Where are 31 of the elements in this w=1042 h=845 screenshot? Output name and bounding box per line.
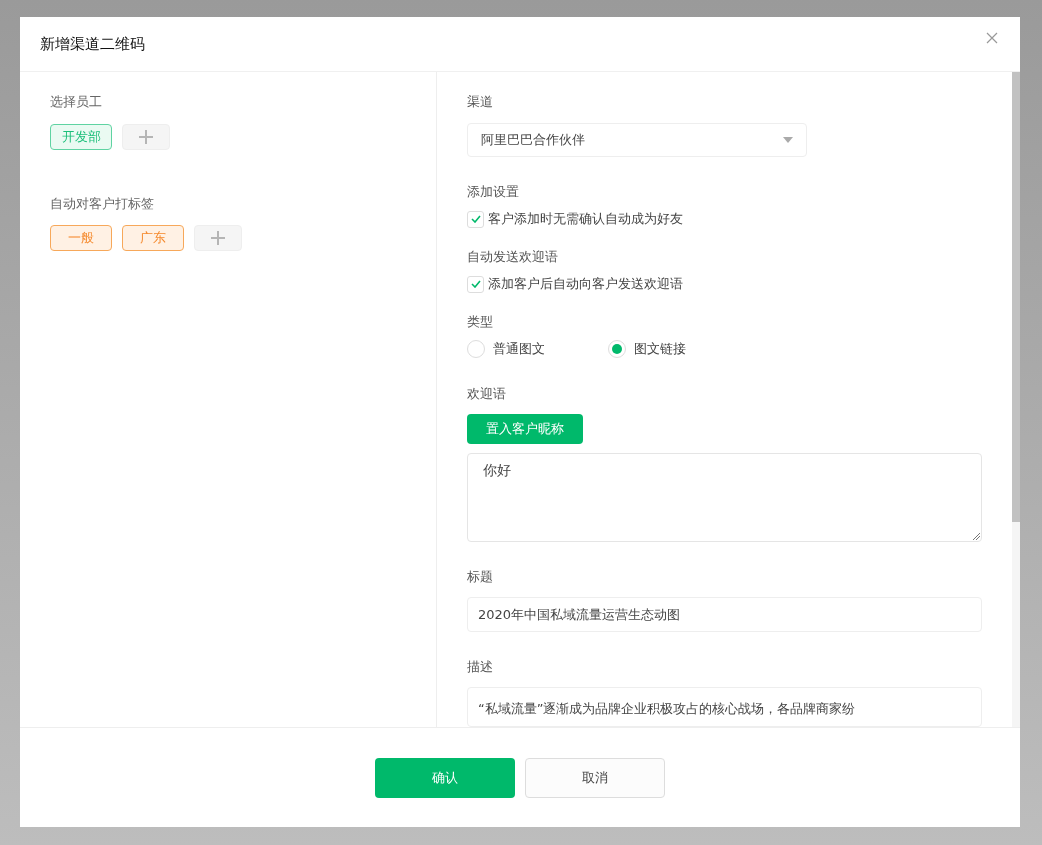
checkbox-label: 添加客户后自动向客户发送欢迎语 — [488, 275, 683, 294]
check-icon — [470, 215, 481, 224]
scrollbar[interactable] — [1012, 72, 1020, 727]
field-label: 渠道 — [467, 93, 494, 111]
field-label: 描述 — [467, 659, 493, 674]
field-label: 添加设置 — [467, 182, 520, 201]
checkbox[interactable] — [467, 275, 484, 293]
checkbox-label: 客户添加时无需确认自动成为好友 — [488, 210, 683, 229]
check-icon — [470, 280, 481, 289]
field-label: 标题 — [467, 568, 493, 584]
caret-icon — [783, 136, 793, 143]
welcome-textarea[interactable]: 你好 — [467, 452, 982, 542]
close-icon[interactable] — [986, 31, 1000, 45]
field-label: 类型 — [467, 312, 494, 331]
field-label: 自动对客户打标签 — [50, 194, 155, 213]
radio-label: 图文链接 — [634, 340, 686, 359]
channel-select[interactable]: 阿里巴巴合作伙伴 — [467, 122, 807, 157]
plus-icon — [210, 230, 226, 246]
title-input-field[interactable]: 2020年中国私域流量运营生态动图 — [467, 596, 982, 632]
description-field[interactable]: “私域流量”逐渐成为品牌企业积极攻占的核心战场，各品牌商家纷 — [467, 687, 982, 727]
field-label: 选择员工 — [50, 93, 103, 111]
checkbox[interactable] — [467, 210, 484, 228]
plus-icon — [138, 128, 154, 145]
add-button[interactable] — [194, 225, 242, 251]
radio-label: 普通图文 — [493, 340, 545, 359]
cancel-button[interactable]: 取消 — [525, 757, 665, 798]
resize-handle-icon — [972, 531, 980, 540]
field-label: 自动发送欢迎语 — [467, 247, 559, 266]
dialog-title: 新增渠道二维码 — [40, 33, 145, 55]
add-button[interactable] — [122, 123, 170, 150]
field-label: 欢迎语 — [467, 385, 506, 401]
